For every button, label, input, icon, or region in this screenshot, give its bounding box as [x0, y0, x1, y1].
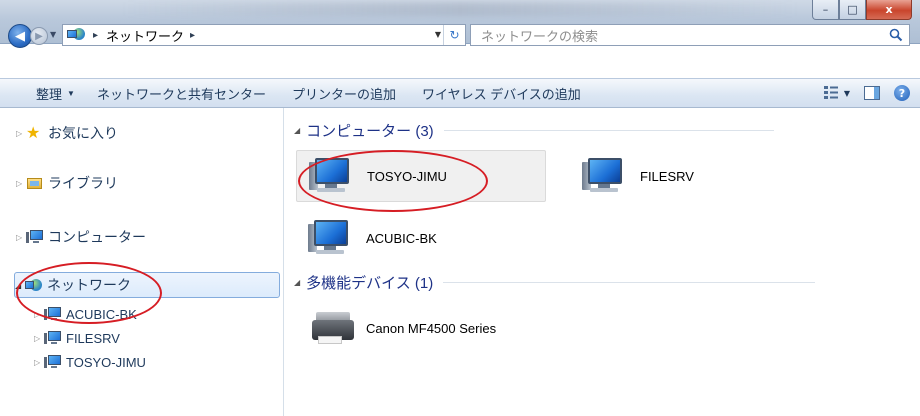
sidebar-item-network[interactable]: ◢ ネットワーク [14, 272, 280, 298]
computer-icon [582, 156, 630, 196]
search-icon[interactable] [889, 28, 903, 42]
group-header-devices[interactable]: ◢ 多機能デバイス (1) [294, 272, 816, 292]
network-icon [67, 28, 87, 42]
title-bar-blur [120, 2, 800, 16]
group-header-computers[interactable]: ◢ コンピューター (3) [294, 120, 774, 140]
sidebar-item-label: ACUBIC-BK [66, 306, 137, 322]
sidebar-item-label: お気に入り [48, 125, 118, 141]
collapse-arrow-icon[interactable]: ◢ [294, 126, 300, 135]
breadcrumb-separator-icon[interactable]: ▸ [93, 30, 98, 41]
computer-icon [309, 156, 357, 196]
collapse-arrow-icon[interactable]: ◢ [15, 281, 25, 290]
computer-name: FILESRV [640, 168, 694, 184]
help-icon[interactable]: ? [894, 85, 910, 101]
computer-item-filesrv[interactable]: FILESRV [570, 150, 820, 202]
computer-name: TOSYO-JIMU [367, 168, 447, 184]
star-icon: ★ [26, 125, 41, 142]
sidebar-item-libraries[interactable]: ▷ ライブラリ [16, 172, 118, 194]
recent-pages-dropdown[interactable]: ▼ [50, 30, 56, 39]
sidebar-item-filesrv[interactable]: ▷ FILESRV [34, 328, 120, 348]
chevron-down-icon[interactable]: ▼ [844, 89, 850, 98]
collapse-arrow-icon[interactable]: ◢ [294, 278, 300, 287]
expand-arrow-icon[interactable]: ▷ [16, 179, 26, 188]
command-bar-right: ▼ ? [810, 85, 910, 101]
expand-arrow-icon[interactable]: ▷ [34, 358, 44, 367]
sidebar-item-label: FILESRV [66, 330, 120, 346]
computer-item-tosyo-jimu[interactable]: TOSYO-JIMU [296, 150, 546, 202]
device-name: Canon MF4500 Series [366, 320, 497, 336]
search-placeholder: ネットワークの検索 [481, 28, 599, 44]
group-header-label: コンピューター (3) [306, 122, 434, 140]
close-button[interactable]: x [866, 0, 912, 20]
printer-icon [308, 308, 356, 348]
minimize-button[interactable]: – [812, 0, 839, 20]
add-wireless-device-button[interactable]: ワイヤレス デバイスの追加 [422, 84, 581, 103]
group-header-label: 多機能デバイス (1) [306, 274, 434, 292]
explorer-window: – □ x ◀ ▶ ▼ ▸ ネットワーク ▸ ▼ ↻ ネットワークの検索 整理 … [0, 0, 920, 416]
sidebar-item-label: ネットワーク [47, 277, 131, 293]
back-button[interactable]: ◀ [8, 24, 32, 48]
network-center-button[interactable]: ネットワークと共有センター [97, 84, 266, 103]
expand-arrow-icon[interactable]: ▷ [34, 310, 44, 319]
expand-arrow-icon[interactable]: ▷ [16, 129, 26, 138]
divider [443, 129, 774, 131]
change-view-icon[interactable] [823, 86, 840, 100]
sidebar-item-favorites[interactable]: ▷ ★ お気に入り [16, 122, 118, 144]
divider [443, 281, 816, 283]
breadcrumb-separator-icon[interactable]: ▸ [190, 30, 195, 41]
breadcrumb-network[interactable]: ネットワーク [106, 26, 184, 45]
computer-name: ACUBIC-BK [366, 230, 437, 246]
navigation-row: ◀ ▶ ▼ ▸ ネットワーク ▸ ▼ ↻ ネットワークの検索 [0, 22, 920, 48]
sidebar-item-label: TOSYO-JIMU [66, 354, 146, 370]
address-history-dropdown[interactable]: ▼ [435, 30, 441, 39]
sidebar-item-computer[interactable]: ▷ コンピューター [16, 226, 146, 248]
window-controls: – □ x [812, 0, 912, 22]
navigation-pane: ▷ ★ お気に入り ▷ ライブラリ ▷ コンピューター ◢ ネットワーク ▷ A… [0, 108, 284, 416]
sidebar-item-label: ライブラリ [48, 175, 118, 191]
computer-icon [26, 229, 44, 245]
computer-icon [44, 330, 62, 346]
library-icon [26, 175, 44, 191]
expand-arrow-icon[interactable]: ▷ [34, 334, 44, 343]
computer-icon [44, 306, 62, 322]
organize-menu[interactable]: 整理 ▼ [36, 84, 75, 103]
computer-icon [44, 354, 62, 370]
sidebar-item-tosyo-jimu[interactable]: ▷ TOSYO-JIMU [34, 352, 146, 372]
search-input[interactable]: ネットワークの検索 [470, 24, 910, 46]
address-bar[interactable]: ▸ ネットワーク ▸ ▼ ↻ [62, 24, 466, 46]
maximize-button[interactable]: □ [839, 0, 866, 20]
sidebar-item-label: コンピューター [48, 229, 146, 245]
sidebar-item-acubic-bk[interactable]: ▷ ACUBIC-BK [34, 304, 137, 324]
device-item-canon-mf4500[interactable]: Canon MF4500 Series [296, 302, 546, 354]
computer-icon [308, 218, 356, 258]
command-bar: 整理 ▼ ネットワークと共有センター プリンターの追加 ワイヤレス デバイスの追… [0, 78, 920, 108]
chevron-down-icon: ▼ [67, 88, 75, 98]
preview-pane-icon[interactable] [864, 86, 880, 100]
content-pane: ◢ コンピューター (3) TOSYO-JIMU FILESRV ACUBIC-… [286, 108, 920, 416]
computer-item-acubic-bk[interactable]: ACUBIC-BK [296, 212, 546, 264]
organize-label: 整理 [36, 86, 63, 102]
add-printer-button[interactable]: プリンターの追加 [292, 84, 396, 103]
refresh-button[interactable]: ↻ [443, 25, 465, 45]
forward-button[interactable]: ▶ [30, 27, 48, 45]
expand-arrow-icon[interactable]: ▷ [16, 233, 26, 242]
network-icon [25, 277, 43, 293]
